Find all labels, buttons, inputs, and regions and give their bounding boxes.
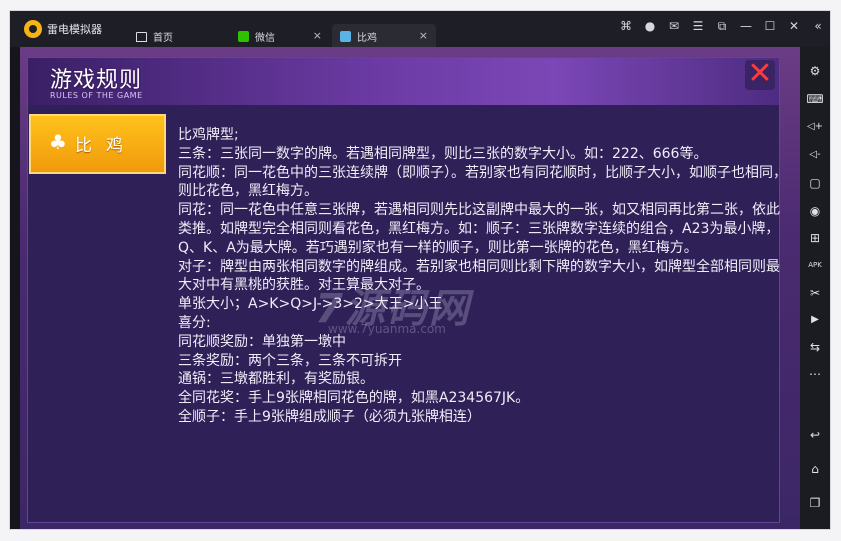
watermark-url: www.7yuanma.com: [328, 322, 446, 336]
rules-tab-biji[interactable]: ♣ 比鸡: [29, 114, 166, 174]
rules-title: 游戏规则: [50, 68, 143, 93]
game-viewport: 游戏规则 RULES OF THE GAME ✕ ♣ 比鸡 比鸡牌型; 三条：三…: [20, 47, 800, 529]
rules-line: 三条：三张同一数字的牌。若遇相同牌型，则比三张的数字大小。如：222、666等。: [178, 145, 708, 162]
rules-line: 全顺子：手上9张牌组成顺子（必须九张牌相连）: [178, 408, 481, 425]
apk-icon[interactable]: APK: [804, 255, 826, 275]
game-icon: [340, 30, 351, 42]
rules-header: 游戏规则 RULES OF THE GAME ✕: [28, 58, 779, 105]
sync-icon[interactable]: ⇆: [804, 337, 826, 357]
rules-tab-label: 比鸡: [75, 136, 137, 156]
mail-icon[interactable]: ✉: [662, 19, 686, 34]
more-icon[interactable]: ⋯: [804, 364, 826, 384]
video-icon[interactable]: ▶: [804, 310, 826, 330]
tab-game[interactable]: 比鸡 ×: [332, 24, 436, 48]
tab-wechat[interactable]: 微信 ×: [230, 24, 330, 48]
rules-panel: 游戏规则 RULES OF THE GAME ✕ ♣ 比鸡 比鸡牌型; 三条：三…: [27, 57, 787, 523]
user-icon[interactable]: ●: [638, 19, 662, 34]
tab-close-icon[interactable]: ×: [313, 29, 322, 42]
app-logo: [24, 20, 42, 38]
back-icon[interactable]: ↩: [804, 425, 826, 445]
rules-line: 对子：牌型由两张相同数字的牌组成。若别家也相同则比剩下牌的数字大小，如牌型全部相…: [178, 258, 780, 294]
tab-label: 比鸡: [357, 32, 377, 44]
rules-line: 同花顺：同一花色中的三张连续牌（即顺子）。若别家也有同花顺时，比顺子大小，如顺子…: [178, 164, 787, 200]
collapse-icon[interactable]: «: [806, 19, 830, 34]
maximize-icon[interactable]: ☐: [758, 19, 782, 34]
home-icon: [136, 32, 147, 42]
install-icon[interactable]: ⊞: [804, 228, 826, 248]
rules-line: 喜分:: [178, 314, 211, 331]
rules-line: 通锅：三墩都胜利，有奖励银。: [178, 371, 374, 388]
app-title: 雷电模拟器: [47, 23, 102, 36]
rules-line: 全同花奖：手上9张牌相同花色的牌，如黑A234567JK。: [178, 390, 530, 407]
rules-line: 同花：同一花色中任意三张牌，若遇相同则先比这副牌中最大的一张，如又相同再比第二张…: [178, 202, 780, 256]
wechat-icon: [238, 30, 249, 42]
clover-icon: ♣: [49, 130, 67, 154]
screenshot-icon[interactable]: ▢: [804, 173, 826, 193]
tab-label: 首页: [153, 32, 173, 44]
window-controls: ⌘ ● ✉ ☰ ⧉ — ☐ ✕ «: [614, 19, 830, 34]
rules-line: 三条奖励：两个三条，三条不可拆开: [178, 352, 402, 369]
scissors-icon[interactable]: ✂: [804, 283, 826, 303]
tab-label: 微信: [255, 32, 275, 44]
rules-subtitle: RULES OF THE GAME: [50, 91, 143, 100]
tab-home[interactable]: 首页: [128, 24, 228, 48]
record-icon[interactable]: ◉: [804, 201, 826, 221]
close-icon[interactable]: ✕: [782, 19, 806, 34]
rules-close-button[interactable]: ✕: [745, 59, 775, 90]
emulator-window: 雷电模拟器 首页 微信 × 比鸡 × ⌘ ● ✉ ☰ ⧉ — ☐ ✕ « 游戏规…: [10, 11, 830, 529]
minimize-icon[interactable]: —: [734, 19, 758, 34]
emulator-sidebar: ⚙ ⌨ ◁+ ◁- ▢ ◉ ⊞ APK ✂ ▶ ⇆ ⋯ ↩ ⌂ ❐: [800, 47, 830, 529]
home-nav-icon[interactable]: ⌂: [804, 459, 826, 479]
recent-icon[interactable]: ❐: [804, 493, 826, 513]
keyboard-icon[interactable]: ⌨: [804, 89, 826, 109]
rules-text: 比鸡牌型; 三条：三张同一数字的牌。若遇相同牌型，则比三张的数字大小。如：222…: [178, 126, 788, 476]
volume-up-icon[interactable]: ◁+: [804, 117, 826, 137]
tab-close-icon[interactable]: ×: [419, 29, 428, 42]
title-bar: 雷电模拟器 首页 微信 × 比鸡 × ⌘ ● ✉ ☰ ⧉ — ☐ ✕ «: [10, 11, 830, 48]
rules-line: 同花顺奖励：单独第一墩中: [178, 333, 346, 350]
settings-icon[interactable]: ⚙: [804, 61, 826, 81]
gamepad-icon[interactable]: ⌘: [614, 19, 638, 34]
menu-icon[interactable]: ☰: [686, 19, 710, 34]
rules-line: 比鸡牌型;: [178, 127, 239, 143]
restore-icon[interactable]: ⧉: [710, 19, 734, 34]
rules-line: 单张大小；A>K>Q>J->3>2>大王>小王: [178, 296, 443, 313]
volume-down-icon[interactable]: ◁-: [804, 145, 826, 165]
